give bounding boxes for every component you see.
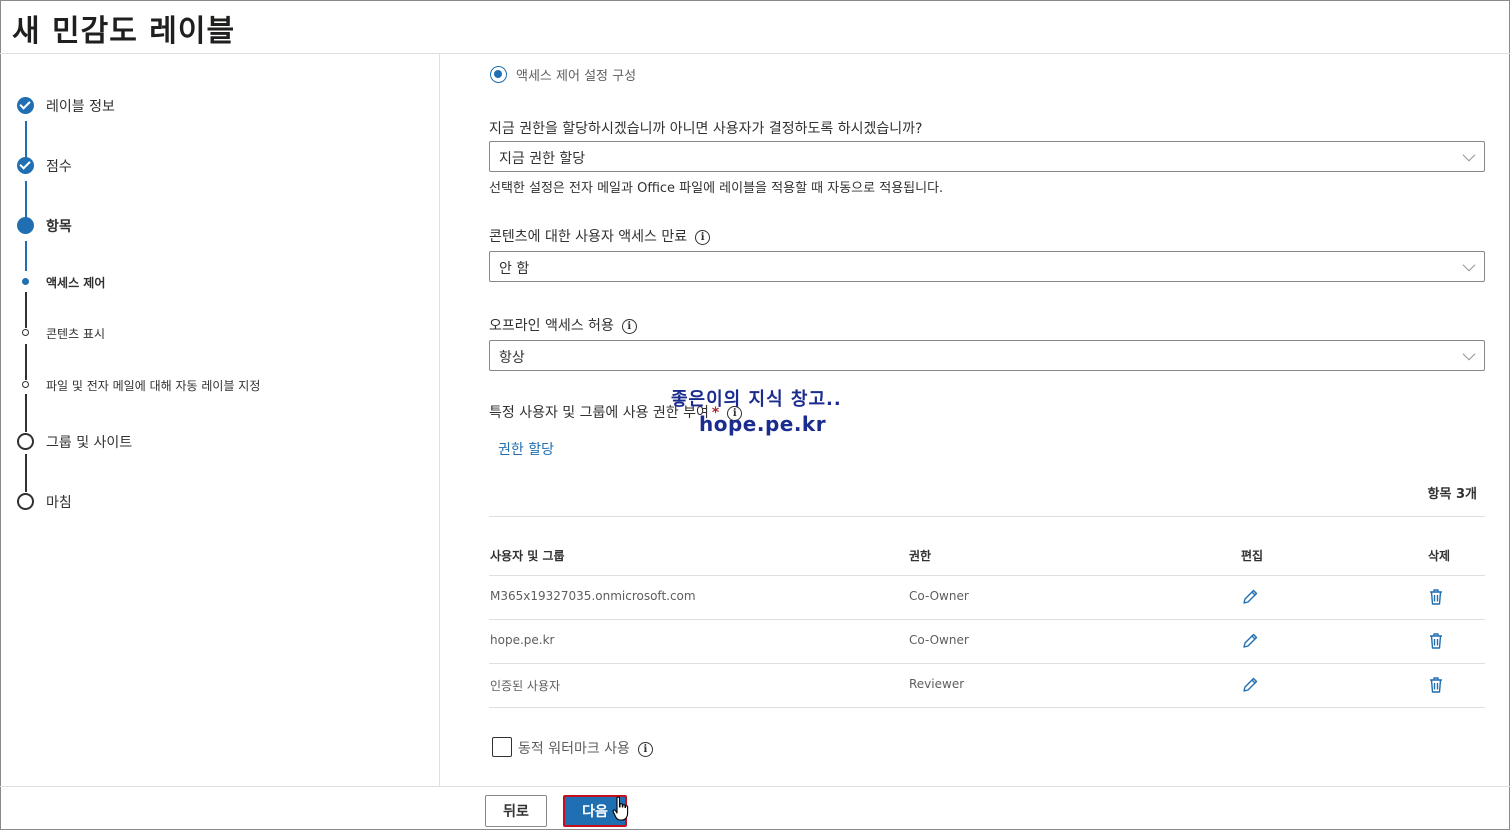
- check-icon: [17, 157, 34, 174]
- current-step-dot-icon: [17, 217, 34, 234]
- row-permission: Co-Owner: [909, 633, 969, 647]
- pencil-icon[interactable]: [1239, 586, 1261, 608]
- column-header-user: 사용자 및 그룹: [490, 549, 565, 563]
- back-button[interactable]: 뒤로: [485, 795, 547, 827]
- wizard-footer: 뒤로 다음: [0, 786, 1510, 830]
- step-label: 점수: [46, 159, 72, 175]
- table-row: 인증된 사용자 Reviewer: [489, 664, 1485, 708]
- title-bar: 새 민감도 레이블: [0, 0, 1510, 54]
- substep-circle-icon: [22, 381, 29, 388]
- dropdown-value: 항상: [499, 350, 525, 366]
- row-permission: Reviewer: [909, 677, 965, 691]
- trash-icon[interactable]: [1425, 630, 1447, 652]
- step-connector: [25, 394, 27, 432]
- step-connector: [25, 454, 27, 492]
- step-connector: [25, 241, 27, 271]
- step-label: 파일 및 전자 메일에 대해 자동 레이블 지정: [46, 379, 261, 393]
- required-mark: *: [711, 405, 720, 421]
- dynamic-watermark-checkbox[interactable]: [492, 737, 512, 757]
- offline-label: 오프라인 액세스 허용: [489, 318, 614, 334]
- table-row: M365x19327035.onmicrosoft.com Co-Owner: [489, 576, 1485, 620]
- offline-access-dropdown[interactable]: 항상: [489, 340, 1485, 371]
- info-icon[interactable]: i: [637, 741, 653, 757]
- step-circle-icon: [17, 433, 34, 450]
- step-label: 콘텐츠 표시: [46, 327, 106, 341]
- pencil-icon[interactable]: [1239, 630, 1261, 652]
- step-circle-icon: [17, 493, 34, 510]
- step-connector: [25, 344, 27, 380]
- step-label: 항목: [46, 219, 72, 235]
- step-connector: [25, 292, 27, 328]
- permissions-table: 사용자 및 그룹 권한 편집 삭제 M365x19327035.onmicros…: [489, 532, 1485, 708]
- wizard-sidebar: 레이블 정보 점수 항목 액세스 제어 콘텐츠 표시 파일 및 전자 메일에 대…: [0, 54, 440, 786]
- item-count: 항목 3개: [1427, 487, 1477, 502]
- grant-label-row: 특정 사용자 및 그룹에 사용 권한 부여 * i: [489, 402, 743, 422]
- row-user: hope.pe.kr: [490, 633, 555, 647]
- grant-label: 특정 사용자 및 그룹에 사용 권한 부여: [489, 405, 709, 421]
- current-substep-dot-icon: [22, 278, 29, 285]
- table-header: 사용자 및 그룹 권한 편집 삭제: [489, 532, 1485, 576]
- radio-label: 액세스 제어 설정 구성: [516, 69, 637, 84]
- expiry-dropdown[interactable]: 안 함: [489, 251, 1485, 282]
- assign-permissions-dropdown[interactable]: 지금 권한 할당: [489, 141, 1485, 172]
- column-header-delete: 삭제: [1428, 549, 1451, 563]
- info-icon[interactable]: i: [695, 229, 711, 245]
- assign-question-label: 지금 권한을 할당하시겠습니까 아니면 사용자가 결정하도록 하시겠습니까?: [489, 121, 923, 137]
- step-connector: [25, 121, 27, 159]
- trash-icon[interactable]: [1425, 674, 1447, 696]
- check-icon: [17, 97, 34, 114]
- info-icon[interactable]: i: [727, 405, 743, 421]
- divider: [489, 516, 1485, 517]
- row-user: 인증된 사용자: [490, 679, 561, 693]
- substep-circle-icon: [22, 329, 29, 336]
- column-header-edit: 편집: [1241, 549, 1264, 563]
- expiry-label-row: 콘텐츠에 대한 사용자 액세스 만료 i: [489, 226, 711, 246]
- info-icon[interactable]: i: [621, 318, 637, 334]
- assign-hint-text: 선택한 설정은 전자 메일과 Office 파일에 레이블을 적용할 때 자동으…: [489, 181, 944, 196]
- row-permission: Co-Owner: [909, 589, 969, 603]
- table-row: hope.pe.kr Co-Owner: [489, 620, 1485, 664]
- hand-cursor-icon: [612, 796, 629, 821]
- main-content: 액세스 제어 설정 구성 지금 권한을 할당하시겠습니까 아니면 사용자가 결정…: [441, 54, 1509, 786]
- step-label: 액세스 제어: [46, 276, 106, 290]
- step-label: 마침: [46, 495, 72, 511]
- chevron-down-icon: [1462, 347, 1476, 361]
- chevron-down-icon: [1462, 148, 1476, 162]
- offline-label-row: 오프라인 액세스 허용 i: [489, 315, 637, 335]
- step-connector: [25, 181, 27, 219]
- checkbox-label: 동적 워터마크 사용 i: [518, 738, 653, 758]
- step-label: 그룹 및 사이트: [46, 435, 133, 451]
- chevron-down-icon: [1462, 258, 1476, 272]
- step-label: 레이블 정보: [46, 99, 115, 115]
- row-user: M365x19327035.onmicrosoft.com: [490, 589, 696, 603]
- expiry-label: 콘텐츠에 대한 사용자 액세스 만료: [489, 229, 688, 245]
- dropdown-value: 안 함: [499, 261, 530, 277]
- pencil-icon[interactable]: [1239, 674, 1261, 696]
- dropdown-value: 지금 권한 할당: [499, 151, 586, 167]
- trash-icon[interactable]: [1425, 586, 1447, 608]
- column-header-permission: 권한: [909, 549, 932, 563]
- assign-permissions-link[interactable]: 권한 할당: [498, 439, 554, 459]
- radio-selected-icon[interactable]: [490, 66, 507, 83]
- page-title: 새 민감도 레이블: [12, 14, 236, 49]
- dynamic-watermark-label: 동적 워터마크 사용: [518, 741, 630, 757]
